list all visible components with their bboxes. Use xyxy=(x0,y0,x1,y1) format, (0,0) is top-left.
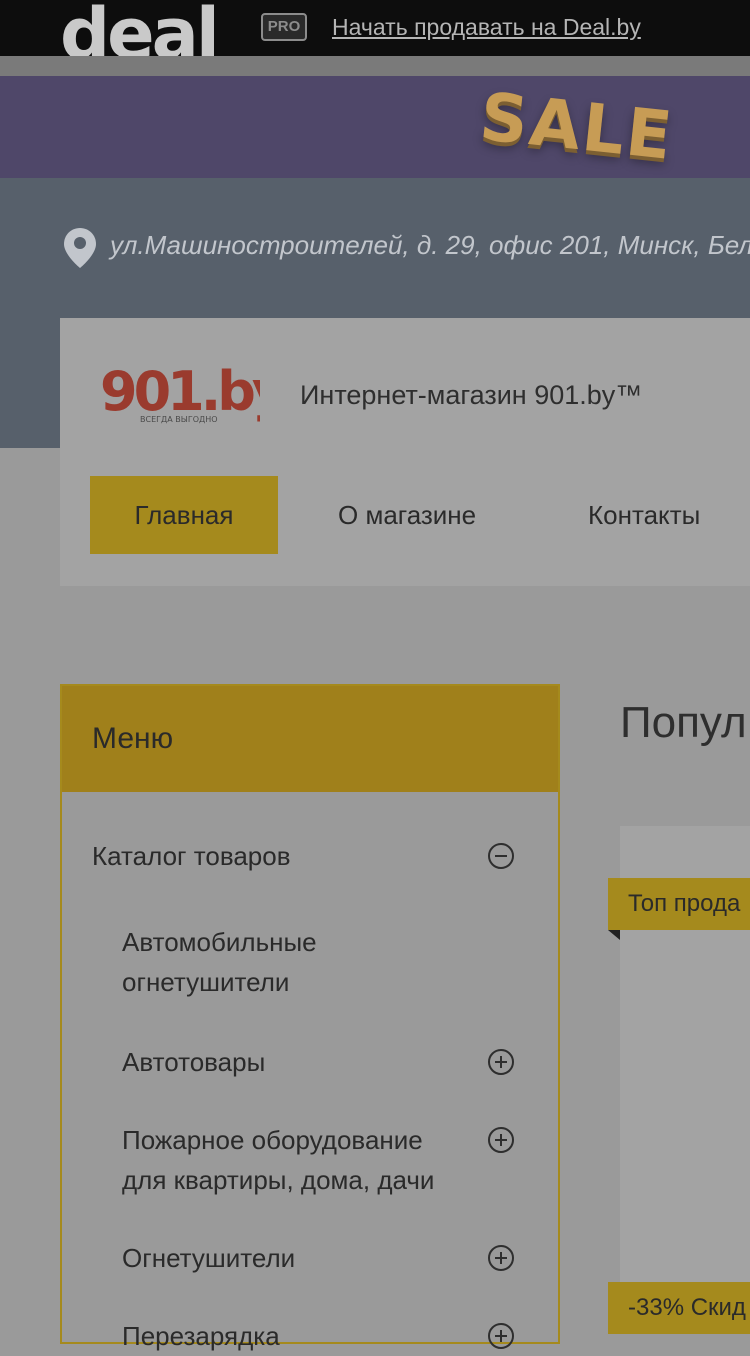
expand-icon[interactable] xyxy=(488,1323,514,1349)
menu-item-catalog[interactable]: Каталог товаров xyxy=(92,836,472,876)
sale-banner[interactable]: SALE xyxy=(0,76,750,178)
menu-item-recharge[interactable]: Перезарядка xyxy=(122,1316,452,1356)
sidebar-menu: Меню Каталог товаров Автомобильные огнет… xyxy=(60,684,560,1351)
start-selling-link[interactable]: Начать продавать на Deal.by xyxy=(332,14,641,41)
shop-logo-tagline: ВСЕГДА ВЫГОДНО xyxy=(140,415,218,424)
menu-item-fire-equipment[interactable]: Пожарное оборудование для квартиры, дома… xyxy=(122,1120,472,1200)
tab-home[interactable]: Главная xyxy=(90,476,278,554)
menu-item-auto-goods[interactable]: Автотовары xyxy=(122,1042,452,1082)
sale-banner-text: SALE xyxy=(476,78,678,175)
separator-strip xyxy=(0,56,750,76)
tab-contacts[interactable]: Контакты xyxy=(588,476,700,554)
tab-about[interactable]: О магазине xyxy=(338,476,476,554)
expand-icon[interactable] xyxy=(488,1245,514,1271)
menu-header: Меню xyxy=(62,686,558,792)
top-bar: deal PRO Начать продавать на Deal.by xyxy=(0,0,750,74)
menu-title: Меню xyxy=(92,722,174,755)
top-sales-badge: Топ прода xyxy=(608,878,750,930)
shop-name[interactable]: Интернет-магазин 901.by™ xyxy=(300,380,642,411)
expand-icon[interactable] xyxy=(488,1127,514,1153)
pro-badge: PRO xyxy=(261,13,307,41)
collapse-icon[interactable] xyxy=(488,843,514,869)
menu-item-auto-extinguishers[interactable]: Автомобильные огнетушители xyxy=(122,922,452,1002)
expand-icon[interactable] xyxy=(488,1049,514,1075)
discount-badge: -33% Скид xyxy=(608,1282,750,1334)
location-pin-icon xyxy=(64,228,96,268)
shop-logo-text: 901.by xyxy=(100,360,260,423)
popular-products-title: Попул xyxy=(620,698,747,747)
menu-item-extinguishers[interactable]: Огнетушители xyxy=(122,1238,452,1278)
badge-tail xyxy=(608,930,620,940)
shop-logo-901-icon[interactable]: 901.by ВСЕГДА ВЫГОДНО xyxy=(100,358,260,438)
shop-address: ул.Машиностроителей, д. 29, офис 201, Ми… xyxy=(110,230,750,260)
